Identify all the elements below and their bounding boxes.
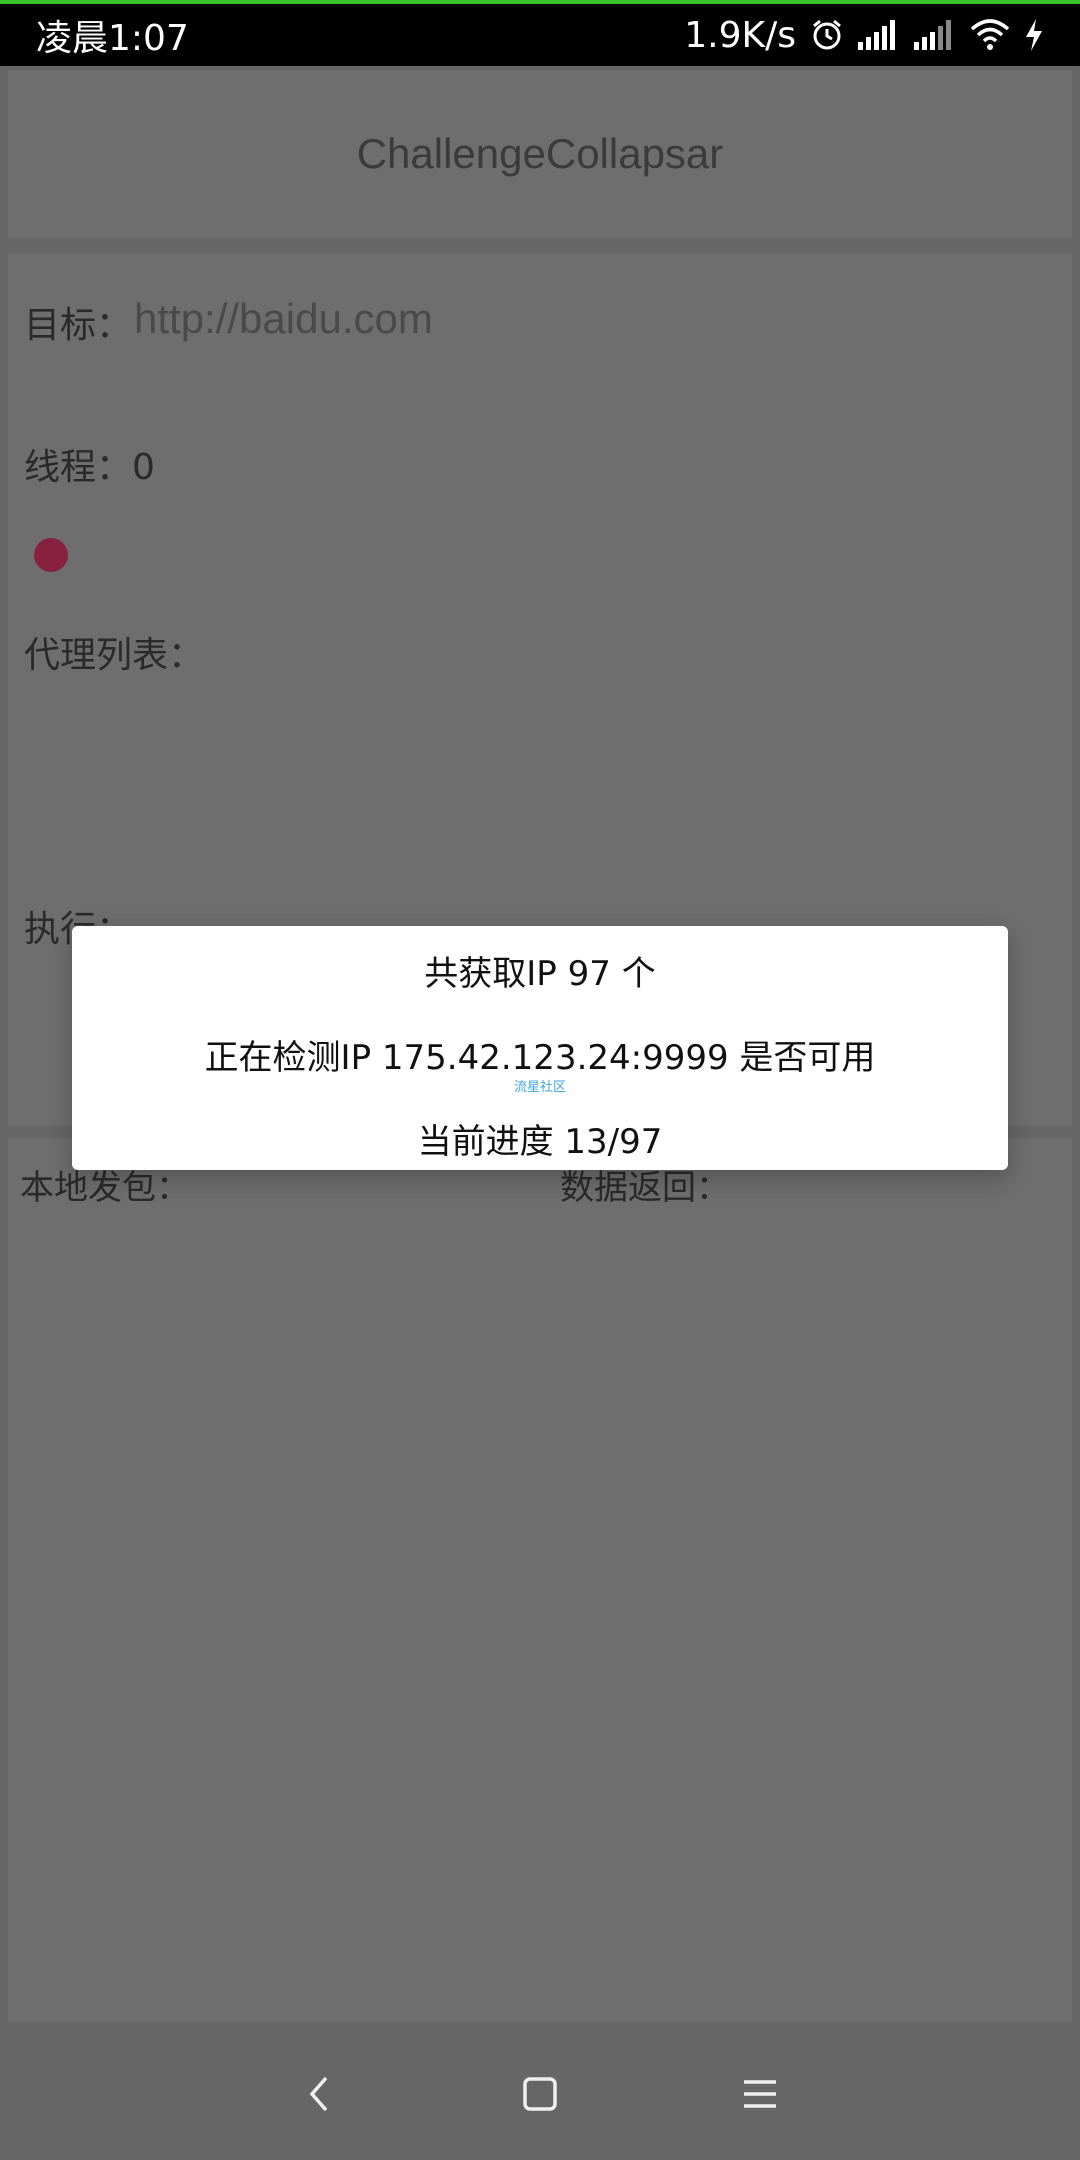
proxy-list-label: 代理列表： [24, 635, 205, 676]
menu-icon[interactable] [725, 2059, 795, 2129]
status-bar: 凌晨1:07 1.9K/s [0, 4, 1080, 66]
status-indicator-dot[interactable] [34, 538, 68, 572]
status-time: 凌晨1:07 [36, 18, 189, 59]
signal-icon [914, 20, 956, 50]
ip-count-text: 共获取IP 97 个 [424, 954, 656, 994]
charging-icon [1024, 19, 1044, 51]
progress-text: 当前进度 13/97 [417, 1122, 663, 1162]
net-speed: 1.9K/s [684, 14, 796, 56]
target-input[interactable] [134, 292, 1014, 346]
back-icon[interactable] [285, 2059, 355, 2129]
watermark-text: 流星社区 [513, 1080, 566, 1095]
status-icons: 1.9K/s [684, 15, 1044, 56]
progress-dialog: 共获取IP 97 个 正在检测IP 175.42.123.24:9999 是否可… [72, 926, 1008, 1170]
target-label: 目标： [24, 305, 133, 346]
wifi-icon [970, 19, 1010, 51]
alarm-icon [810, 18, 844, 52]
output-panel: 本地发包： 数据返回： [8, 1138, 1072, 2022]
app-header: ChallengeCollapsar [8, 70, 1072, 238]
signal-icon [858, 20, 900, 50]
navigation-bar [0, 2028, 1080, 2160]
checking-ip-text: 正在检测IP 175.42.123.24:9999 是否可用 [204, 1038, 876, 1078]
home-icon[interactable] [505, 2059, 575, 2129]
app-title: ChallengeCollapsar [356, 130, 724, 177]
threads-label: 线程：0 [24, 447, 155, 488]
